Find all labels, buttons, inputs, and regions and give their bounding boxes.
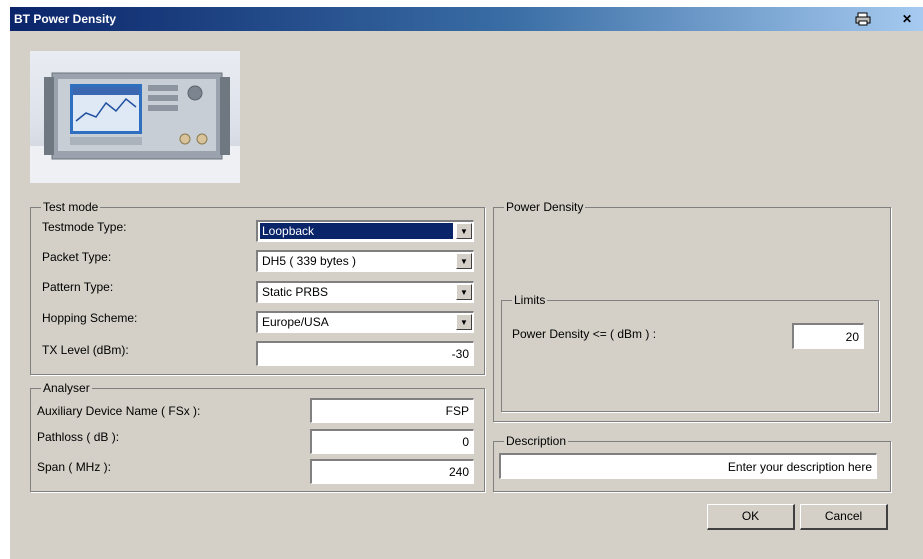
- power-density-legend: Power Density: [504, 200, 586, 214]
- span-label: Span ( MHz ):: [37, 460, 112, 474]
- limits-group: Limits: [501, 293, 879, 412]
- testmode-type-value: Loopback: [260, 223, 453, 239]
- packet-type-value: DH5 ( 339 bytes ): [262, 254, 357, 268]
- cancel-button[interactable]: Cancel: [800, 504, 888, 530]
- printer-icon[interactable]: [855, 12, 871, 26]
- pathloss-label: Pathloss ( dB ):: [37, 430, 120, 444]
- limits-legend: Limits: [512, 293, 548, 307]
- aux-device-input[interactable]: FSP: [310, 398, 474, 423]
- testmode-type-select[interactable]: Loopback ▼: [256, 220, 474, 242]
- hopping-scheme-value: Europe/USA: [262, 315, 329, 329]
- packet-type-label: Packet Type:: [42, 250, 112, 264]
- dialog-window: BT Power Density ✕ Test mode Testmode Ty…: [10, 7, 923, 559]
- aux-device-label: Auxiliary Device Name ( FSx ):: [37, 404, 201, 418]
- chevron-down-icon[interactable]: ▼: [456, 223, 472, 239]
- span-input[interactable]: 240: [310, 459, 474, 484]
- close-icon[interactable]: ✕: [899, 12, 915, 26]
- tx-level-input[interactable]: -30: [256, 341, 474, 366]
- packet-type-select[interactable]: DH5 ( 339 bytes ) ▼: [256, 250, 474, 272]
- pattern-type-label: Pattern Type:: [42, 280, 114, 294]
- chevron-down-icon[interactable]: ▼: [456, 314, 472, 330]
- description-legend: Description: [504, 434, 569, 448]
- device-image: [30, 51, 240, 183]
- power-density-max-label: Power Density <= ( dBm ) :: [512, 327, 657, 341]
- testmode-type-label: Testmode Type:: [42, 220, 127, 234]
- tx-level-label: TX Level (dBm):: [42, 343, 129, 357]
- ok-button[interactable]: OK: [707, 504, 795, 530]
- pattern-type-value: Static PRBS: [262, 285, 329, 299]
- hopping-scheme-select[interactable]: Europe/USA ▼: [256, 311, 474, 333]
- hopping-scheme-label: Hopping Scheme:: [42, 311, 138, 325]
- title-bar[interactable]: BT Power Density ✕: [10, 7, 923, 31]
- window-title: BT Power Density: [14, 12, 117, 26]
- pathloss-input[interactable]: 0: [310, 429, 474, 454]
- test-mode-legend: Test mode: [41, 200, 101, 214]
- pattern-type-select[interactable]: Static PRBS ▼: [256, 281, 474, 303]
- description-input[interactable]: Enter your description here: [499, 453, 877, 479]
- power-density-max-input[interactable]: 20: [792, 323, 864, 349]
- chevron-down-icon[interactable]: ▼: [456, 284, 472, 300]
- chevron-down-icon[interactable]: ▼: [456, 253, 472, 269]
- analyser-legend: Analyser: [41, 381, 92, 395]
